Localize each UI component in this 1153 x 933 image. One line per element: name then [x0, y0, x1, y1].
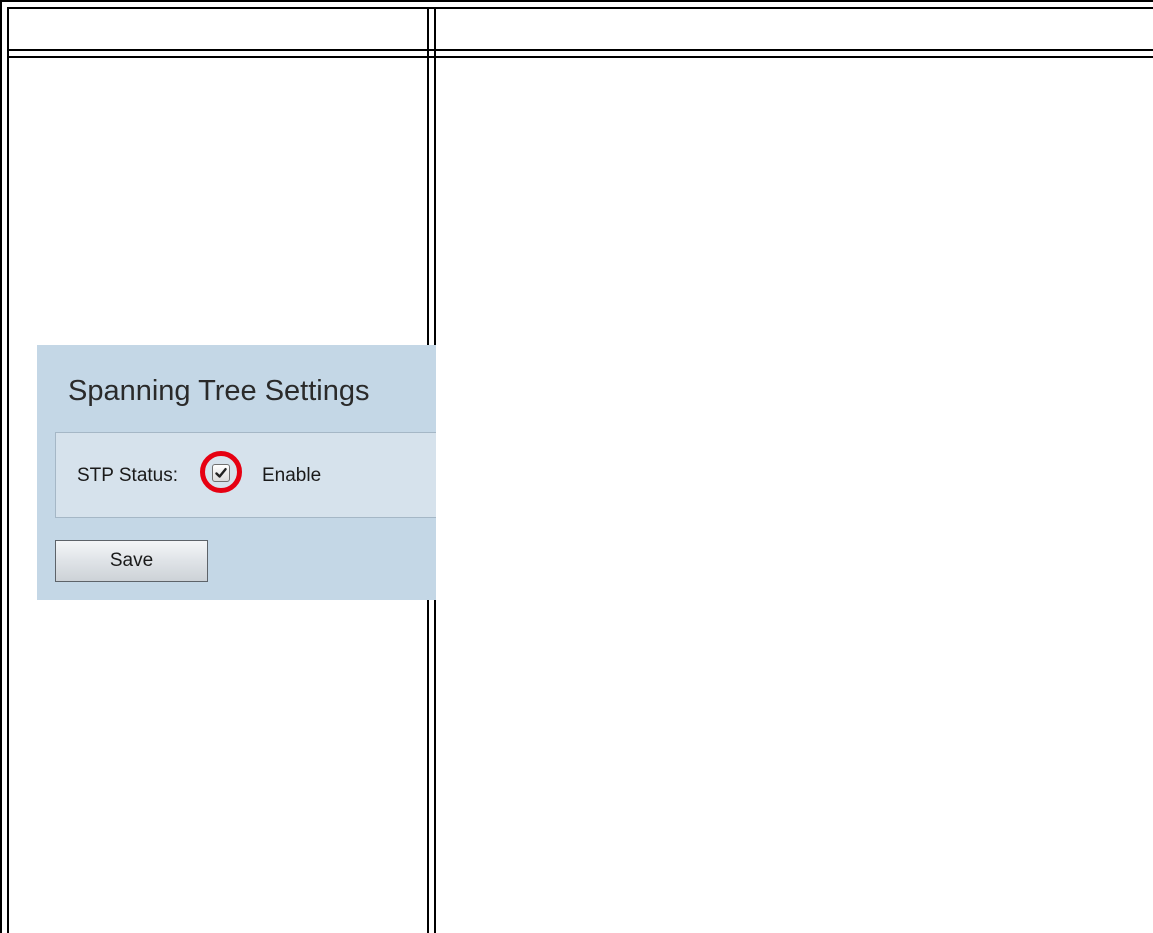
row-separator-lower: [7, 56, 1153, 58]
stp-settings-box: STP Status: Enable: [55, 432, 436, 518]
checkmark-icon: [215, 468, 227, 478]
row-separator-upper: [7, 49, 1153, 51]
stp-status-label: STP Status:: [77, 465, 179, 486]
enable-label: Enable: [262, 465, 322, 486]
save-button[interactable]: Save: [55, 540, 208, 582]
spanning-tree-settings-panel: Spanning Tree Settings STP Status: Enabl…: [37, 345, 436, 600]
page-frame: Spanning Tree Settings STP Status: Enabl…: [0, 0, 1153, 933]
table-border-top-inner: [7, 7, 1153, 9]
table-border-left-outer: [0, 0, 2, 933]
stp-enable-checkbox[interactable]: [212, 464, 230, 482]
table-border-left-inner: [7, 7, 9, 933]
table-border-top-outer: [0, 0, 1153, 2]
page-title: Spanning Tree Settings: [68, 375, 370, 407]
